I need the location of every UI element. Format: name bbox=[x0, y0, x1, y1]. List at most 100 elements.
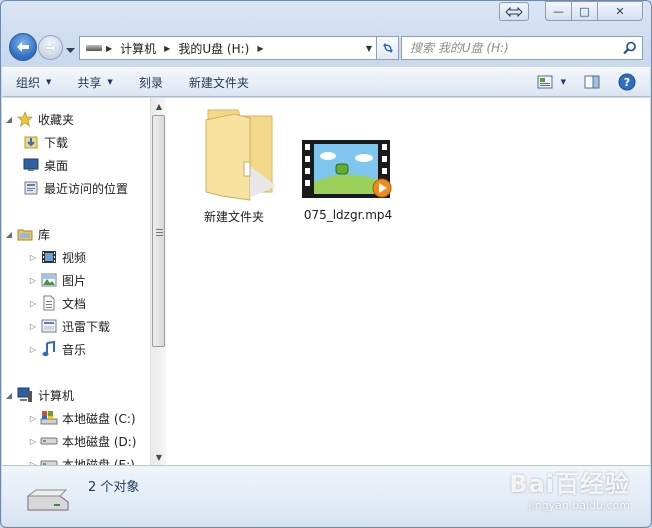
tree-item-downloads[interactable]: 下载 bbox=[22, 131, 68, 153]
music-note-icon bbox=[40, 341, 58, 357]
video-file-icon bbox=[302, 140, 392, 198]
file-item-video[interactable]: 075_ldzgr.mp4 bbox=[292, 138, 404, 222]
back-arrow-icon bbox=[17, 42, 29, 52]
maximize-button[interactable]: □ bbox=[572, 1, 598, 21]
tree-label: 迅雷下载 bbox=[62, 319, 111, 334]
tree-item-documents[interactable]: ▷ 文档 bbox=[26, 292, 86, 314]
expand-arrow-icon[interactable]: ▷ bbox=[26, 253, 40, 262]
recent-places-icon bbox=[22, 180, 40, 196]
star-icon bbox=[16, 111, 34, 127]
tree-label: 音乐 bbox=[62, 342, 87, 357]
desktop-icon bbox=[22, 157, 40, 173]
documents-library-icon bbox=[40, 295, 58, 311]
tree-item-desktop[interactable]: 桌面 bbox=[22, 154, 68, 176]
expand-arrow-icon[interactable]: ▷ bbox=[26, 437, 40, 446]
breadcrumb-separator-icon[interactable]: ▶ bbox=[253, 44, 267, 53]
tree-libraries[interactable]: ◢ 库 bbox=[2, 223, 50, 245]
collapse-arrow-icon[interactable]: ◢ bbox=[2, 391, 16, 400]
share-menu[interactable]: 共享 ▼ bbox=[77, 74, 112, 91]
library-icon bbox=[16, 226, 34, 242]
file-name: 新建文件夹 bbox=[203, 210, 264, 224]
burn-button[interactable]: 刻录 bbox=[139, 74, 163, 91]
tree-label: 收藏夹 bbox=[38, 112, 75, 127]
scroll-down-icon[interactable]: ▼ bbox=[151, 449, 167, 465]
help-icon[interactable]: ? bbox=[618, 73, 636, 91]
tree-computer[interactable]: ◢ 计算机 bbox=[2, 384, 74, 406]
breadcrumb-separator-icon[interactable]: ▶ bbox=[102, 44, 116, 53]
tree-label: 库 bbox=[38, 227, 51, 242]
chevron-down-icon bbox=[66, 48, 75, 53]
command-bar: 组织 ▼ 共享 ▼ 刻录 新建文件夹 ▼ ? bbox=[2, 67, 650, 97]
svg-text:?: ? bbox=[624, 76, 630, 89]
new-folder-label: 新建文件夹 bbox=[188, 75, 249, 90]
watermark-logo: Bai百经验 jingyan.baidu.com bbox=[509, 464, 630, 512]
recent-pages-dropdown[interactable] bbox=[66, 43, 75, 57]
preview-pane-icon[interactable] bbox=[584, 75, 600, 89]
breadcrumb-separator-icon[interactable]: ▶ bbox=[160, 44, 174, 53]
pictures-library-icon bbox=[40, 272, 58, 288]
chevron-down-icon: ▼ bbox=[107, 78, 113, 86]
refresh-button[interactable] bbox=[377, 36, 399, 60]
watermark-subtext: jingyan.baidu.com bbox=[528, 499, 630, 512]
refresh-icon bbox=[382, 43, 393, 53]
file-list: 新建文件夹 075_ldzgr.mp4 bbox=[167, 98, 650, 465]
tree-favorites[interactable]: ◢ 收藏夹 bbox=[2, 108, 74, 130]
expand-arrow-icon[interactable]: ▷ bbox=[26, 345, 40, 354]
organize-label: 组织 bbox=[16, 75, 41, 90]
tree-label: 计算机 bbox=[38, 388, 75, 403]
navigation-scrollbar[interactable]: ▲ ▼ bbox=[150, 98, 166, 465]
tree-label: 桌面 bbox=[44, 158, 69, 173]
tree-item-thunder-downloads[interactable]: ▷ 迅雷下载 bbox=[26, 315, 110, 337]
expand-arrow-icon[interactable]: ▷ bbox=[26, 414, 40, 423]
tree-item-music[interactable]: ▷ 音乐 bbox=[26, 338, 86, 360]
file-item-folder[interactable]: 新建文件夹 bbox=[178, 106, 290, 225]
forward-arrow-icon bbox=[45, 42, 56, 53]
back-button[interactable] bbox=[9, 33, 37, 61]
address-dropdown-icon[interactable]: ▼ bbox=[366, 44, 372, 53]
file-name: 075_ldzgr.mp4 bbox=[303, 208, 393, 222]
tree-item-drive-c[interactable]: ▷ 本地磁盘 (C:) bbox=[26, 407, 136, 429]
item-count: 2 个对象 bbox=[88, 480, 140, 495]
close-button[interactable]: ✕ bbox=[598, 1, 643, 21]
navigation-pane: ◢ 收藏夹 下载 桌面 最近访问的位置 ◢ 库 ▷ 视频 ▷ 图片 ▷ 文档 ▷… bbox=[2, 98, 150, 465]
video-library-icon bbox=[40, 249, 58, 265]
tree-item-drive-e[interactable]: ▷ 本地磁盘 (E:) bbox=[26, 453, 135, 465]
tree-label: 最近访问的位置 bbox=[44, 181, 129, 196]
new-folder-button[interactable]: 新建文件夹 bbox=[189, 74, 249, 91]
expand-arrow-icon[interactable]: ▷ bbox=[26, 299, 40, 308]
scroll-up-icon[interactable]: ▲ bbox=[151, 98, 167, 114]
search-icon[interactable] bbox=[623, 41, 637, 58]
content-area: ◢ 收藏夹 下载 桌面 最近访问的位置 ◢ 库 ▷ 视频 ▷ 图片 ▷ 文档 ▷… bbox=[2, 98, 650, 465]
organize-menu[interactable]: 组织 ▼ bbox=[16, 74, 51, 91]
collapse-arrow-icon[interactable]: ◢ bbox=[2, 230, 16, 239]
tree-label: 本地磁盘 (C:) bbox=[62, 411, 136, 426]
address-bar[interactable]: ▶ 计算机 ▶ 我的U盘 (H:) ▶ ▼ bbox=[79, 36, 377, 60]
scrollbar-thumb[interactable] bbox=[152, 115, 165, 347]
view-icon bbox=[537, 75, 553, 89]
collapse-arrow-icon[interactable]: ◢ bbox=[2, 115, 16, 124]
tree-item-recent-places[interactable]: 最近访问的位置 bbox=[22, 177, 128, 199]
breadcrumb-computer[interactable]: 计算机 bbox=[116, 40, 160, 57]
chevron-down-icon: ▼ bbox=[46, 78, 52, 86]
tree-item-drive-d[interactable]: ▷ 本地磁盘 (D:) bbox=[26, 430, 137, 452]
usb-drive-icon bbox=[26, 486, 70, 515]
expand-arrow-icon[interactable]: ▷ bbox=[26, 276, 40, 285]
hard-drive-icon bbox=[40, 456, 58, 465]
tree-item-videos[interactable]: ▷ 视频 bbox=[26, 246, 86, 268]
expand-arrow-icon[interactable]: ▷ bbox=[26, 322, 40, 331]
downloads-folder-icon bbox=[22, 134, 40, 150]
caption-buttons: — □ ✕ bbox=[545, 1, 643, 21]
watermark-text: Bai百经验 bbox=[509, 470, 630, 498]
change-view-button[interactable]: ▼ bbox=[537, 75, 566, 89]
search-input[interactable] bbox=[410, 41, 610, 55]
sync-button[interactable] bbox=[499, 2, 529, 21]
explorer-window: — □ ✕ ▶ 计算机 ▶ 我的U盘 (H:) ▶ ▼ 搜索 我的U盘 (H:)… bbox=[0, 0, 652, 528]
system-drive-icon bbox=[40, 410, 58, 426]
minimize-button[interactable]: — bbox=[545, 1, 572, 21]
search-box[interactable] bbox=[401, 36, 643, 60]
tree-item-pictures[interactable]: ▷ 图片 bbox=[26, 269, 86, 291]
forward-button[interactable] bbox=[38, 35, 63, 60]
share-label: 共享 bbox=[77, 75, 102, 90]
breadcrumb-usb-drive[interactable]: 我的U盘 (H:) bbox=[174, 40, 253, 57]
scroll-grip-icon bbox=[156, 229, 163, 236]
